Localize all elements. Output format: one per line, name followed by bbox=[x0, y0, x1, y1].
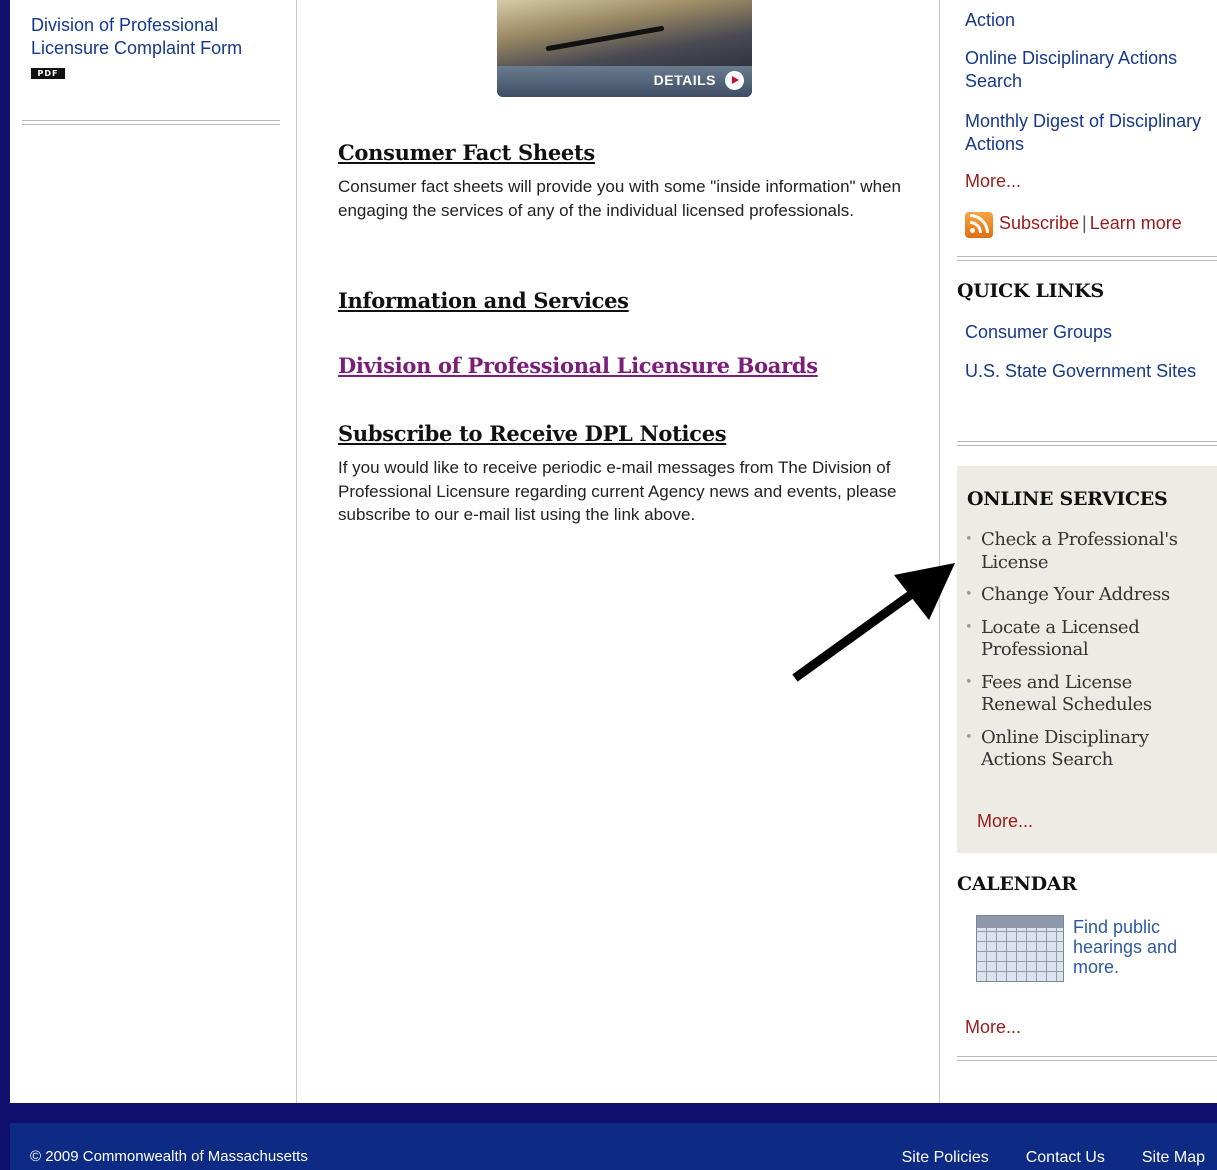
calendar-heading: CALENDAR bbox=[957, 873, 1077, 895]
consumer-fact-sheets-text: Consumer fact sheets will provide you wi… bbox=[338, 177, 901, 220]
subscribe-notices-text: If you would like to receive periodic e-… bbox=[338, 458, 897, 524]
divider bbox=[957, 256, 1217, 261]
site-map-link[interactable]: Site Map bbox=[1142, 1149, 1205, 1167]
calendar-link[interactable]: Find public hearings and more. bbox=[1073, 917, 1208, 977]
state-government-sites-link[interactable]: U.S. State Government Sites bbox=[965, 360, 1210, 383]
separator: | bbox=[1082, 213, 1087, 233]
consumer-groups-link[interactable]: Consumer Groups bbox=[965, 321, 1210, 344]
online-services-list: • Check a Professional's License • Change … bbox=[965, 529, 1210, 782]
subscribe-link[interactable]: Subscribe bbox=[999, 213, 1079, 233]
disciplinary-more-link[interactable]: More... bbox=[965, 171, 1021, 192]
details-label[interactable]: DETAILS bbox=[654, 72, 716, 88]
bullet-icon: • bbox=[965, 729, 973, 745]
left-column: Division of Professional Licensure Compl… bbox=[10, 0, 297, 1103]
information-services-heading[interactable]: Information and Services bbox=[338, 288, 629, 313]
locate-professional-link[interactable]: Locate a Licensed Professional bbox=[981, 617, 1140, 661]
quick-links-heading: QUICK LINKS bbox=[957, 280, 1104, 302]
rss-icon[interactable] bbox=[965, 212, 993, 238]
divider bbox=[957, 441, 1217, 446]
list-item[interactable]: • Locate a Licensed Professional bbox=[965, 617, 1210, 662]
disciplinary-actions-search-link[interactable]: Online Disciplinary Actions Search bbox=[981, 727, 1149, 771]
divider bbox=[957, 1056, 1217, 1061]
feature-image[interactable]: DETAILS bbox=[497, 0, 752, 97]
main-column: DETAILS Consumer Fact Sheets Consumer fa… bbox=[297, 0, 940, 1103]
right-sidebar: Action Online Disciplinary Actions Searc… bbox=[941, 0, 1217, 1103]
list-item[interactable]: • Check a Professional's License bbox=[965, 529, 1210, 574]
copyright-text: © 2009 Commonwealth of Massachusetts bbox=[30, 1148, 308, 1165]
divider bbox=[22, 120, 280, 125]
list-item[interactable]: • Fees and License Renewal Schedules bbox=[965, 672, 1210, 717]
footer: © 2009 Commonwealth of Massachusetts Sit… bbox=[10, 1123, 1217, 1170]
online-services-panel: ONLINE SERVICES • Check a Professional's … bbox=[957, 466, 1217, 853]
bullet-icon: • bbox=[965, 587, 973, 602]
list-item[interactable]: • Online Disciplinary Actions Search bbox=[965, 727, 1210, 772]
list-item[interactable]: • Change Your Address bbox=[965, 584, 1210, 607]
licensure-boards-link[interactable]: Division of Professional Licensure Board… bbox=[338, 353, 818, 378]
page-content: Division of Professional Licensure Compl… bbox=[10, 0, 1217, 1103]
change-address-link[interactable]: Change Your Address bbox=[981, 584, 1170, 605]
calendar-icon[interactable] bbox=[976, 915, 1064, 982]
site-policies-link[interactable]: Site Policies bbox=[902, 1149, 989, 1167]
calendar-more-link[interactable]: More... bbox=[965, 1017, 1021, 1038]
online-disciplinary-search-link[interactable]: Online Disciplinary Actions Search bbox=[965, 47, 1210, 93]
online-services-more-link[interactable]: More... bbox=[977, 811, 1033, 832]
bullet-icon: • bbox=[965, 532, 973, 547]
complaint-form-link[interactable]: Division of Professional Licensure Compl… bbox=[31, 14, 286, 60]
play-icon[interactable] bbox=[725, 71, 744, 90]
learn-more-link[interactable]: Learn more bbox=[1090, 213, 1182, 233]
consumer-fact-sheets-heading[interactable]: Consumer Fact Sheets bbox=[338, 140, 595, 165]
contact-us-link[interactable]: Contact Us bbox=[1026, 1149, 1105, 1167]
action-link[interactable]: Action bbox=[965, 9, 1210, 32]
footer-links: Site Policies Contact Us Site Map bbox=[902, 1149, 1205, 1167]
bullet-icon: • bbox=[965, 674, 973, 690]
monthly-digest-link[interactable]: Monthly Digest of Disciplinary Actions bbox=[965, 110, 1210, 156]
online-services-heading: ONLINE SERVICES bbox=[967, 488, 1168, 510]
check-license-link[interactable]: Check a Professional's License bbox=[981, 529, 1178, 573]
pdf-icon: PDF bbox=[31, 68, 65, 79]
fees-schedules-link[interactable]: Fees and License Renewal Schedules bbox=[981, 672, 1152, 716]
subscribe-row: Subscribe | Learn more bbox=[999, 213, 1182, 234]
subscribe-notices-heading[interactable]: Subscribe to Receive DPL Notices bbox=[338, 421, 727, 446]
bullet-icon: • bbox=[965, 619, 973, 635]
